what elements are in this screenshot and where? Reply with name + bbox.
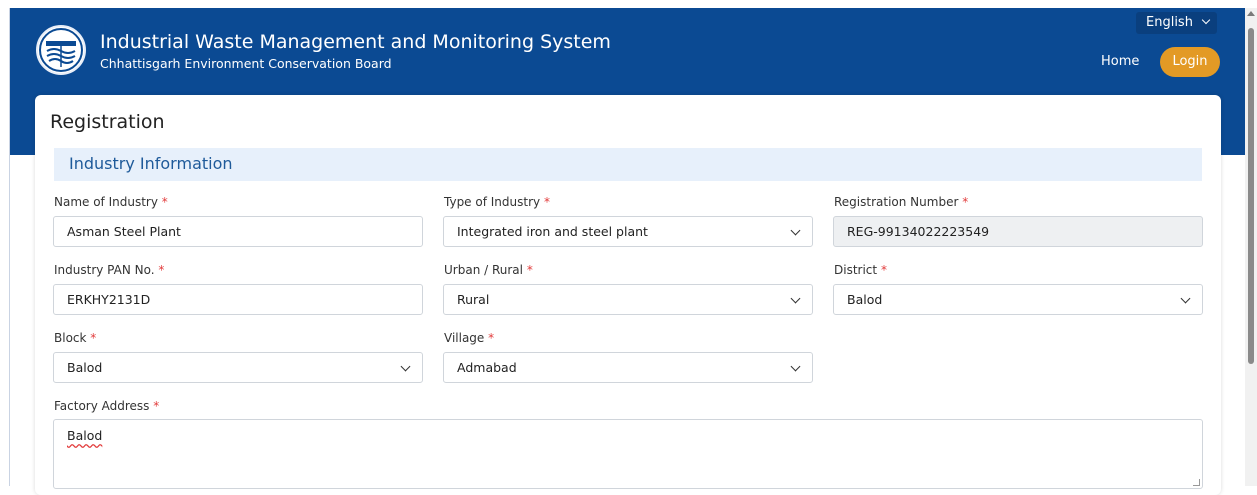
factory-address-textarea[interactable]: Balod [53, 419, 1203, 489]
registration-card: Registration Industry Information Name o… [35, 95, 1221, 495]
textarea-value: Balod [67, 428, 103, 443]
required-mark: * [153, 399, 160, 413]
cecb-emblem-icon [36, 25, 86, 75]
page-title: Registration [50, 111, 165, 133]
type-of-industry-label: Type of Industry * [444, 195, 550, 209]
label-text: Type of Industry [444, 195, 541, 209]
label-text: Block [54, 331, 87, 345]
section-title: Industry Information [69, 154, 233, 173]
site-subtitle: Chhattisgarh Environment Conservation Bo… [100, 56, 392, 71]
block-select[interactable]: Balod [53, 352, 423, 383]
label-text: District [834, 263, 878, 277]
required-mark: * [161, 195, 168, 209]
label-text: Village [444, 331, 485, 345]
type-of-industry-select[interactable]: Integrated iron and steel plant [443, 216, 813, 247]
login-button[interactable]: Login [1160, 47, 1220, 77]
pan-label: Industry PAN No. * [54, 263, 164, 277]
factory-address-label: Factory Address * [54, 399, 159, 413]
chevron-down-icon [790, 293, 801, 304]
select-value: Balod [847, 292, 883, 307]
district-select[interactable]: Balod [833, 284, 1203, 315]
home-link[interactable]: Home [1101, 53, 1139, 71]
scroll-thumb[interactable] [1248, 28, 1254, 364]
required-mark: * [158, 263, 165, 277]
registration-number-field: REG-99134022223549 [833, 216, 1203, 247]
chevron-down-icon [790, 225, 801, 236]
required-mark: * [90, 331, 97, 345]
label-text: Industry PAN No. [54, 263, 155, 277]
select-value: Integrated iron and steel plant [457, 224, 648, 239]
page-scrollbar[interactable] [1245, 8, 1257, 486]
village-label: Village * [444, 331, 494, 345]
name-of-industry-input[interactable]: Asman Steel Plant [53, 216, 423, 247]
chevron-down-icon [790, 361, 801, 372]
language-label: English [1146, 15, 1193, 30]
label-text: Factory Address [54, 399, 150, 413]
required-mark: * [543, 195, 550, 209]
label-text: Name of Industry [54, 195, 158, 209]
pan-input[interactable]: ERKHY2131D [53, 284, 423, 315]
select-value: Balod [67, 360, 103, 375]
label-text: Urban / Rural [444, 263, 523, 277]
required-mark: * [962, 195, 969, 209]
village-select[interactable]: Admabad [443, 352, 813, 383]
window-left-edge [0, 8, 10, 486]
site-title: Industrial Waste Management and Monitori… [100, 31, 611, 53]
select-value: Admabad [457, 360, 517, 375]
urban-rural-select[interactable]: Rural [443, 284, 813, 315]
resize-handle-icon[interactable] [1193, 479, 1200, 486]
registration-number-label: Registration Number * [834, 195, 968, 209]
district-label: District * [834, 263, 887, 277]
language-select[interactable]: English [1136, 12, 1218, 34]
name-of-industry-label: Name of Industry * [54, 195, 168, 209]
scroll-up-arrow-icon[interactable] [1247, 11, 1255, 16]
label-text: Registration Number [834, 195, 959, 209]
select-value: Rural [457, 292, 490, 307]
chevron-down-icon [400, 361, 411, 372]
required-mark: * [526, 263, 533, 277]
required-mark: * [880, 263, 887, 277]
required-mark: * [488, 331, 495, 345]
chevron-down-icon [1180, 293, 1191, 304]
chevron-down-icon [1201, 15, 1211, 25]
block-label: Block * [54, 331, 96, 345]
urban-rural-label: Urban / Rural * [444, 263, 533, 277]
section-header: Industry Information [54, 148, 1202, 181]
